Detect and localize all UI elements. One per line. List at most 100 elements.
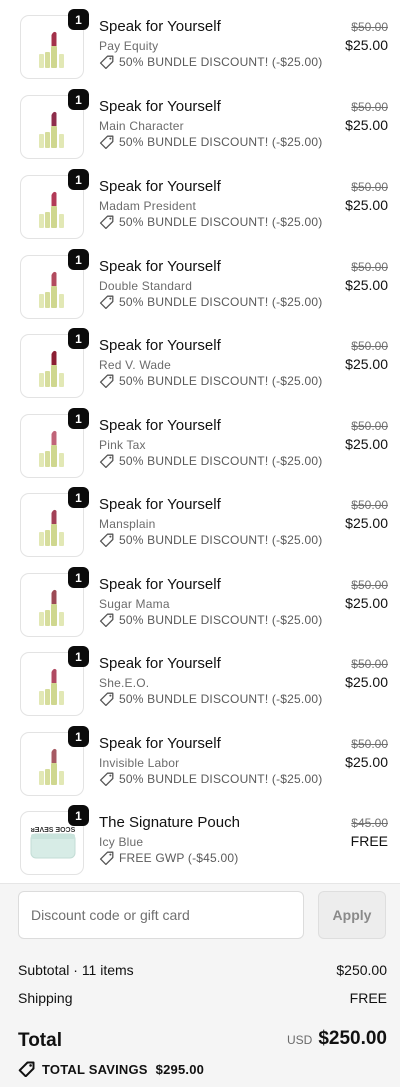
discount-label: 50% BUNDLE DISCOUNT! (-$25.00) [119, 772, 323, 786]
line-item: 1 Speak for Yourself Invisible Labor 50%… [0, 717, 400, 797]
product-title: Speak for Yourself [99, 98, 221, 115]
discount-label: 50% BUNDLE DISCOUNT! (-$25.00) [119, 135, 323, 149]
quantity-badge: 1 [68, 567, 89, 588]
discount-label: 50% BUNDLE DISCOUNT! (-$25.00) [119, 692, 323, 706]
product-variant: Red V. Wade [99, 358, 172, 372]
product-title: Speak for Yourself [99, 417, 221, 434]
line-item: 1 Speak for Yourself Main Character 50% … [0, 80, 400, 160]
sale-price: $25.00 [345, 436, 388, 452]
savings-value: $295.00 [155, 1061, 205, 1077]
product-title: Speak for Yourself [99, 496, 221, 513]
original-price: $50.00 [351, 20, 388, 34]
original-price: $50.00 [351, 419, 388, 433]
product-title: Speak for Yourself [99, 258, 221, 275]
quantity-badge: 1 [68, 646, 89, 667]
discount-label: 50% BUNDLE DISCOUNT! (-$25.00) [119, 55, 323, 69]
tag-icon [99, 692, 114, 706]
line-item: 1 Speak for Yourself Sugar Mama 50% BUND… [0, 558, 400, 638]
sale-price: FREE [350, 833, 388, 849]
tag-icon [99, 454, 114, 468]
quantity-badge: 1 [68, 328, 89, 349]
sale-price: $25.00 [345, 595, 388, 611]
quantity-badge: 1 [68, 9, 89, 30]
discount-label: 50% BUNDLE DISCOUNT! (-$25.00) [119, 533, 323, 547]
product-variant: Invisible Labor [99, 756, 180, 770]
currency-code: USD [286, 1033, 313, 1047]
product-variant: She.E.O. [99, 676, 150, 690]
product-variant: Double Standard [99, 279, 193, 293]
quantity-badge: 1 [68, 89, 89, 110]
line-item: 1 Speak for Yourself Red V. Wade 50% BUN… [0, 319, 400, 399]
tag-icon [99, 55, 114, 69]
sale-price: $25.00 [345, 356, 388, 372]
tag-icon [99, 851, 114, 865]
tag-icon [99, 295, 114, 309]
original-price: $50.00 [351, 260, 388, 274]
line-item: 1 Speak for Yourself Madam President 50%… [0, 160, 400, 240]
order-summary: Apply Subtotal · 11 items $250.00 Shippi… [0, 883, 400, 1087]
discount-line: 50% BUNDLE DISCOUNT! (-$25.00) [99, 692, 322, 706]
svg-text:ᴚƎΛƎS ƎOϽS: ᴚƎΛƎS ƎOϽS [31, 827, 76, 834]
sale-price: $25.00 [345, 37, 388, 53]
product-title: The Signature Pouch [99, 814, 240, 831]
sale-price: $25.00 [345, 277, 388, 293]
product-variant: Sugar Mama [99, 597, 170, 611]
total-amount: USD $250.00 [287, 1028, 387, 1050]
product-variant: Mansplain [99, 517, 156, 531]
original-price: $50.00 [351, 578, 388, 592]
discount-line: FREE GWP (-$45.00) [99, 851, 238, 865]
discount-line: 50% BUNDLE DISCOUNT! (-$25.00) [99, 55, 322, 69]
product-variant: Icy Blue [99, 835, 144, 849]
original-price: $50.00 [351, 737, 388, 751]
product-variant: Pay Equity [99, 39, 159, 53]
line-item: 1 Speak for Yourself Double Standard 50%… [0, 240, 400, 320]
original-price: $50.00 [351, 657, 388, 671]
sale-price: $25.00 [345, 515, 388, 531]
shipping-value: FREE [349, 990, 387, 1006]
product-variant: Pink Tax [99, 438, 146, 452]
discount-line: 50% BUNDLE DISCOUNT! (-$25.00) [99, 215, 322, 229]
original-price: $50.00 [351, 100, 388, 114]
discount-line: 50% BUNDLE DISCOUNT! (-$25.00) [99, 295, 322, 309]
original-price: $50.00 [351, 498, 388, 512]
product-title: Speak for Yourself [99, 337, 221, 354]
quantity-badge: 1 [68, 487, 89, 508]
quantity-badge: 1 [68, 805, 89, 826]
product-title: Speak for Yourself [99, 18, 221, 35]
discount-line: 50% BUNDLE DISCOUNT! (-$25.00) [99, 374, 322, 388]
subtotal-label: Subtotal · 11 items [18, 962, 134, 978]
tag-icon [99, 772, 114, 786]
product-title: Speak for Yourself [99, 178, 221, 195]
original-price: $45.00 [351, 816, 388, 830]
discount-line: 50% BUNDLE DISCOUNT! (-$25.00) [99, 454, 322, 468]
line-item: 1 Speak for Yourself She.E.O. 50% BUNDLE… [0, 637, 400, 717]
savings-label: TOTAL SAVINGS [42, 1061, 148, 1077]
discount-label: 50% BUNDLE DISCOUNT! (-$25.00) [119, 613, 323, 627]
apply-button[interactable]: Apply [318, 891, 386, 939]
quantity-badge: 1 [68, 249, 89, 270]
discount-code-input[interactable] [18, 891, 304, 939]
total-savings: TOTAL SAVINGS $295.00 [18, 1061, 204, 1077]
sale-price: $25.00 [345, 117, 388, 133]
product-title: Speak for Yourself [99, 576, 221, 593]
sale-price: $25.00 [345, 197, 388, 213]
tag-icon [99, 613, 114, 627]
discount-line: 50% BUNDLE DISCOUNT! (-$25.00) [99, 772, 322, 786]
quantity-badge: 1 [68, 169, 89, 190]
discount-line: 50% BUNDLE DISCOUNT! (-$25.00) [99, 533, 322, 547]
shipping-label: Shipping [18, 990, 73, 1006]
discount-label: 50% BUNDLE DISCOUNT! (-$25.00) [119, 374, 323, 388]
product-variant: Madam President [99, 199, 197, 213]
savings-tag-icon [18, 1061, 35, 1077]
line-item: 1 Speak for Yourself Pink Tax 50% BUNDLE… [0, 399, 400, 479]
total-value: $250.00 [318, 1028, 387, 1049]
line-item: ᴚƎΛƎS ƎOϽS 1 The Signature Pouch Icy Blu… [0, 796, 400, 876]
subtotal-row: Subtotal · 11 items $250.00 [18, 962, 387, 978]
tag-icon [99, 533, 114, 547]
subtotal-value: $250.00 [336, 962, 387, 978]
discount-label: 50% BUNDLE DISCOUNT! (-$25.00) [119, 295, 323, 309]
sale-price: $25.00 [345, 754, 388, 770]
discount-label: 50% BUNDLE DISCOUNT! (-$25.00) [119, 454, 323, 468]
quantity-badge: 1 [68, 408, 89, 429]
original-price: $50.00 [351, 180, 388, 194]
